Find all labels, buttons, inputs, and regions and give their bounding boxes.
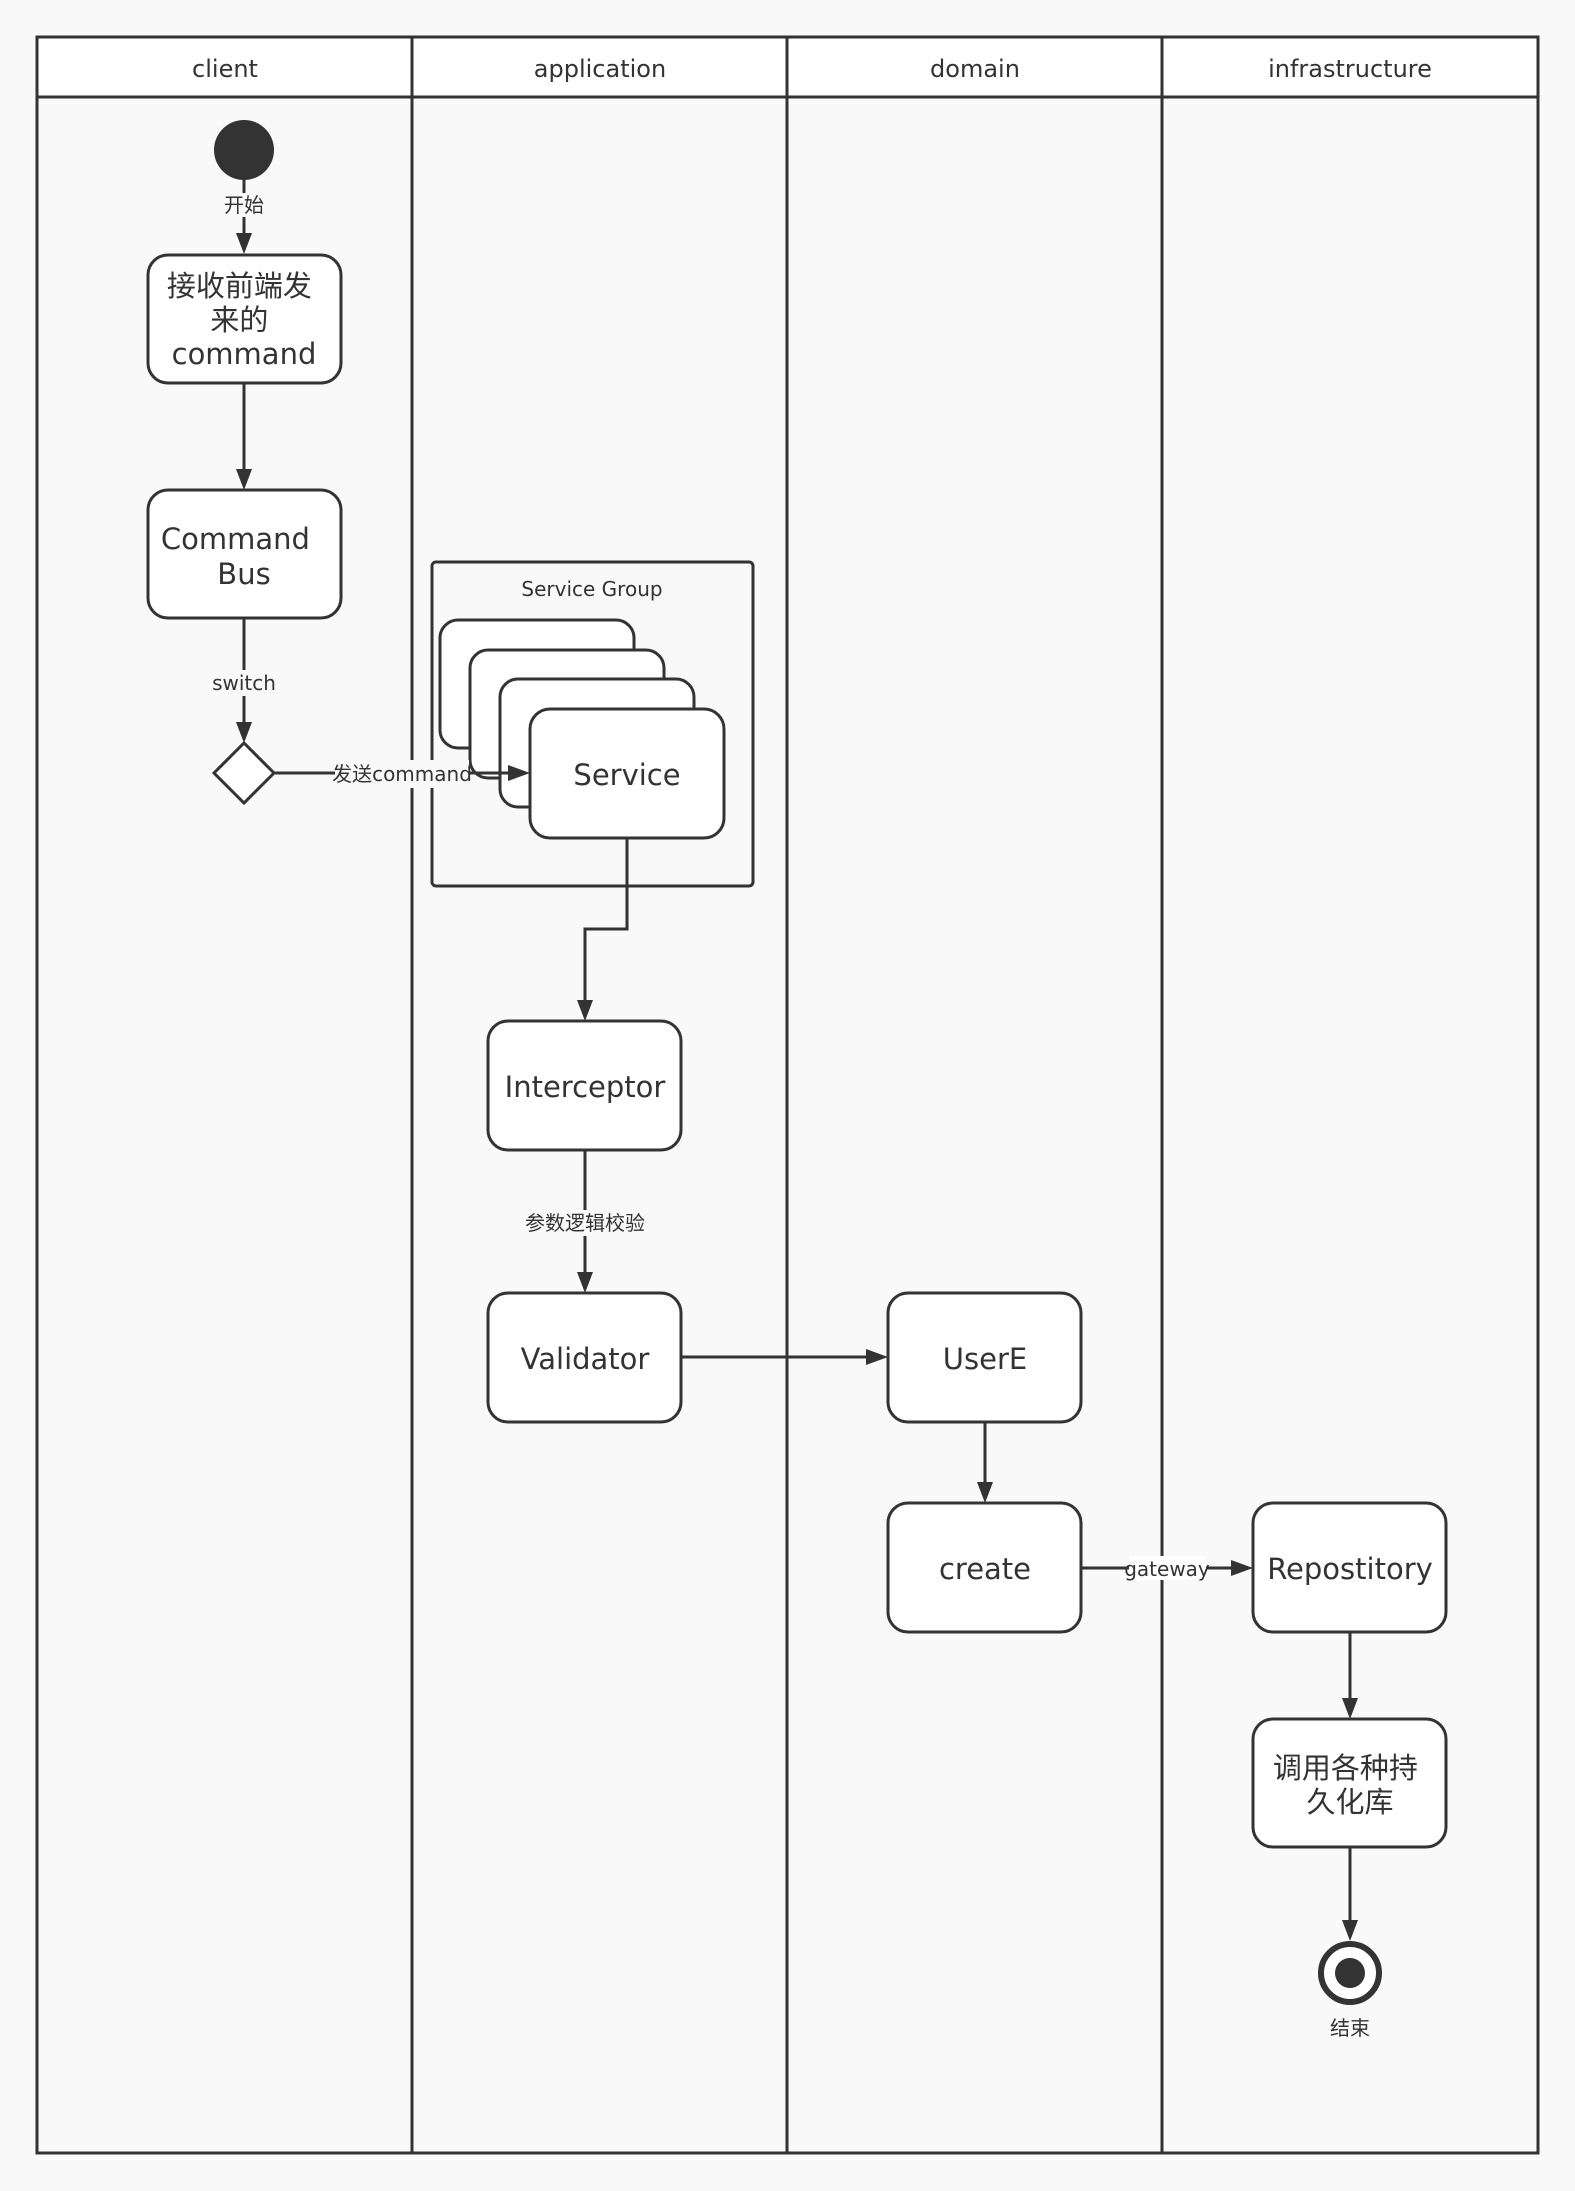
- node-validator[interactable]: Validator: [486, 1291, 683, 1424]
- lane-title-client: client: [192, 55, 258, 83]
- command-bus-line-1: Command: [161, 522, 310, 556]
- receive-line-1: 接收前端发: [167, 269, 312, 303]
- lane-title-application: application: [534, 55, 666, 83]
- node-usere[interactable]: UserE: [886, 1291, 1083, 1424]
- create-label: create: [939, 1552, 1031, 1586]
- repository-label: Repostitory: [1267, 1552, 1433, 1586]
- node-interceptor[interactable]: Interceptor: [486, 1019, 683, 1152]
- node-receive-command[interactable]: 接收前端发 来的 command: [146, 253, 343, 385]
- start-node[interactable]: [214, 120, 274, 180]
- edge-label-validate: 参数逻辑校验: [525, 1211, 645, 1235]
- node-persist[interactable]: 调用各种持 久化库: [1251, 1717, 1448, 1849]
- start-label: 开始: [224, 193, 264, 217]
- receive-line-3: command: [172, 337, 317, 371]
- service-group-title: Service Group: [521, 577, 662, 601]
- end-node[interactable]: [1318, 1941, 1382, 2005]
- interceptor-label: Interceptor: [505, 1070, 666, 1104]
- lane-title-infrastructure: infrastructure: [1268, 55, 1432, 83]
- validator-label: Validator: [521, 1342, 650, 1376]
- edge-label-switch: switch: [212, 671, 276, 695]
- end-label: 结束: [1330, 2016, 1370, 2040]
- persist-line-2: 久化库: [1306, 1785, 1393, 1819]
- activity-diagram: client application domain infrastructure…: [35, 35, 1540, 2155]
- node-command-bus[interactable]: Command Bus: [146, 488, 343, 620]
- edge-label-gateway: gateway: [1124, 1557, 1210, 1581]
- node-service[interactable]: Service: [528, 707, 726, 840]
- service-label: Service: [573, 758, 680, 792]
- usere-label: UserE: [943, 1342, 1027, 1376]
- receive-line-2: 来的: [210, 303, 268, 337]
- persist-line-1: 调用各种持: [1273, 1751, 1418, 1785]
- lane-title-domain: domain: [930, 55, 1020, 83]
- command-bus-line-2: Bus: [217, 557, 270, 591]
- node-create[interactable]: create: [886, 1501, 1083, 1634]
- edge-label-send-command: 发送command: [332, 762, 472, 786]
- node-repository[interactable]: Repostitory: [1251, 1501, 1448, 1634]
